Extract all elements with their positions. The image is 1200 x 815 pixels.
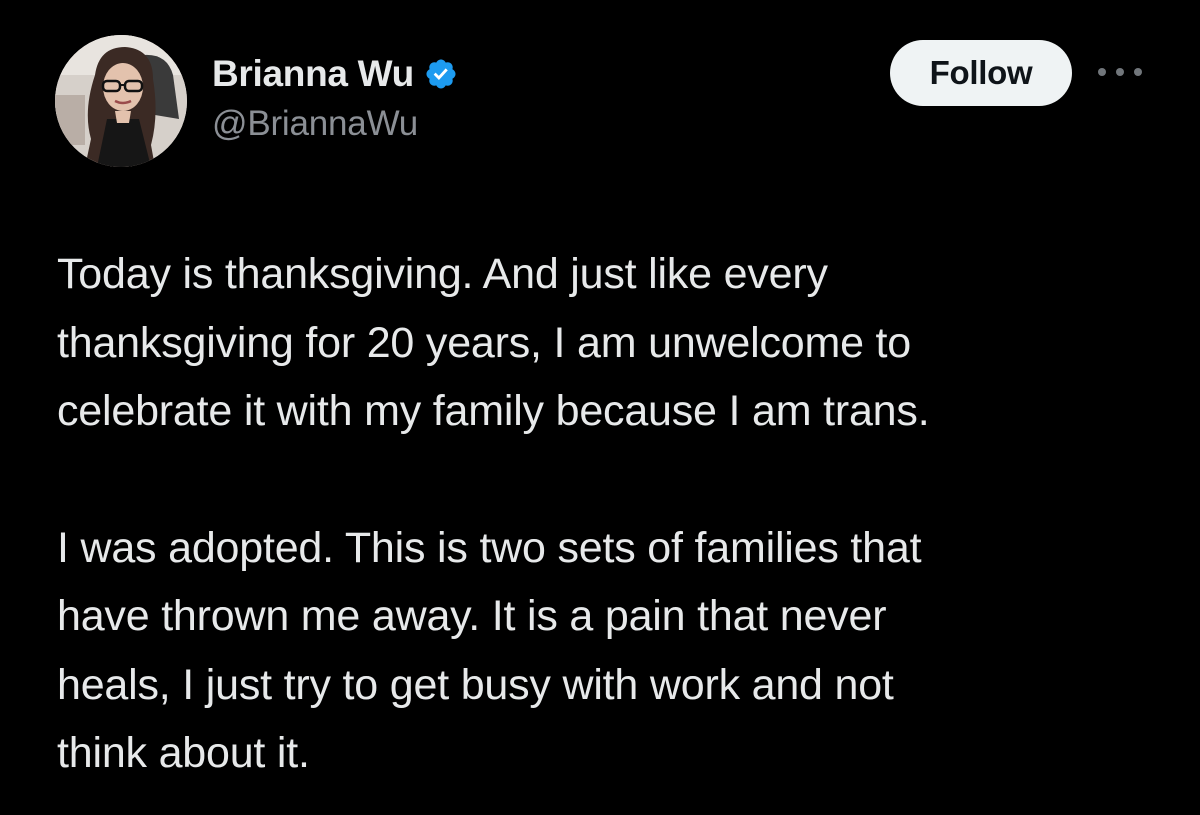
profile-photo: [55, 35, 187, 167]
avatar[interactable]: [55, 35, 187, 167]
more-dot: [1098, 68, 1106, 76]
name-row: Brianna Wu: [212, 52, 458, 96]
display-name[interactable]: Brianna Wu: [212, 53, 414, 95]
tweet-line: I was adopted. This is two sets of famil…: [57, 523, 922, 572]
tweet-line: think about it.: [57, 729, 310, 777]
tweet-text: Today is thanksgiving. And just like eve…: [57, 240, 1167, 788]
tweet-paragraph: Today is thanksgiving. And just like eve…: [57, 240, 1167, 446]
author-info: Brianna Wu @BriannaWu: [212, 52, 458, 144]
follow-button[interactable]: Follow: [890, 40, 1072, 106]
tweet-line: heals, I just try to get busy with work …: [57, 660, 894, 709]
verified-badge-icon[interactable]: [424, 57, 458, 91]
tweet-line: have thrown me away. It is a pain that n…: [57, 592, 887, 640]
tweet-line: Today is thanksgiving. And just like eve…: [57, 250, 828, 298]
more-options-icon[interactable]: [1098, 60, 1142, 84]
tweet-line: thanksgiving for 20 years, I am unwelcom…: [57, 318, 912, 367]
tweet-paragraph: I was adopted. This is two sets of famil…: [57, 514, 1167, 788]
tweet-line: celebrate it with my family because I am…: [57, 387, 930, 435]
more-dot: [1116, 68, 1124, 76]
tweet-card: Brianna Wu @BriannaWu Follow Today is th…: [0, 0, 1200, 815]
more-dot: [1134, 68, 1142, 76]
user-handle[interactable]: @BriannaWu: [212, 104, 458, 144]
